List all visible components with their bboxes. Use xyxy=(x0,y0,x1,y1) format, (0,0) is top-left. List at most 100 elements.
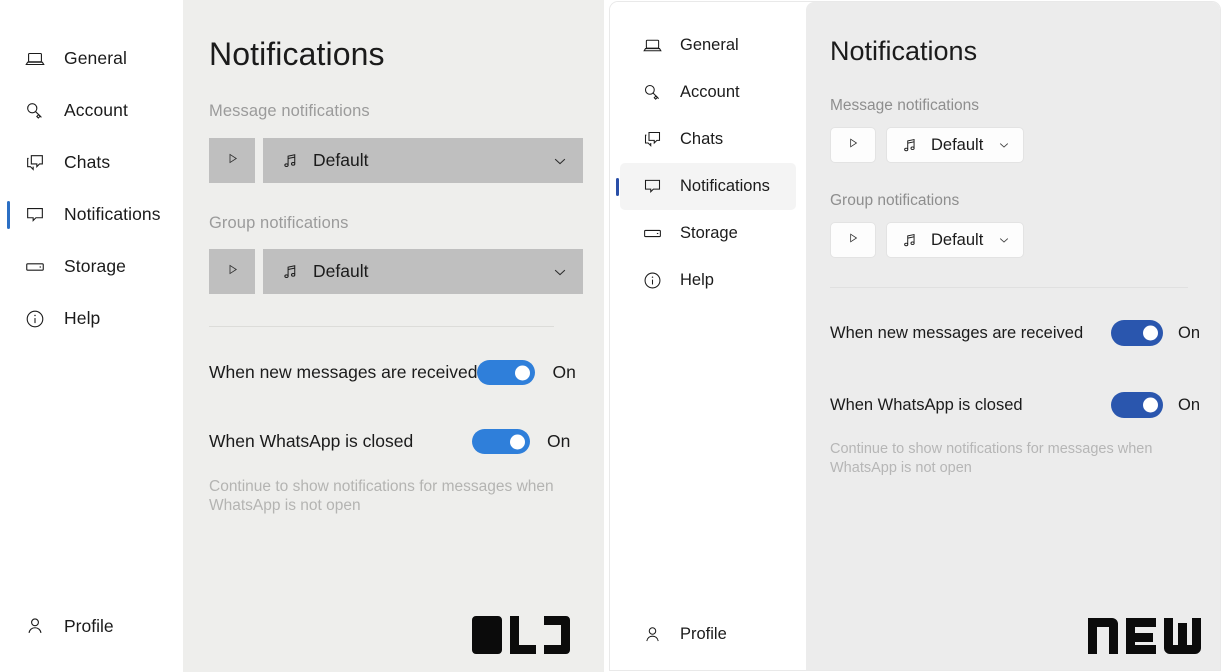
toggle-state-label: On xyxy=(1178,395,1201,414)
play-message-sound-button[interactable] xyxy=(209,138,255,183)
sidebar-item-label: Profile xyxy=(64,615,114,636)
key-icon xyxy=(640,81,664,105)
sidebar-item-label: Storage xyxy=(64,256,126,277)
page-title: Notifications xyxy=(830,36,978,66)
sidebar-item-label: Storage xyxy=(680,224,738,243)
sidebar-item-help[interactable]: Help xyxy=(620,257,796,304)
sidebar-item-notifications[interactable]: Notifications xyxy=(620,163,796,210)
sidebar-item-profile[interactable]: Profile xyxy=(610,612,806,656)
chevron-down-icon xyxy=(551,152,569,170)
new-badge-glyphs xyxy=(1088,618,1201,654)
toggle-new-messages-switch[interactable] xyxy=(1111,320,1163,346)
sidebar-item-storage[interactable]: Storage xyxy=(0,241,183,293)
sidebar-item-label: Account xyxy=(680,83,740,102)
toggle-label: When WhatsApp is closed xyxy=(209,431,414,451)
info-circle-icon xyxy=(22,306,48,332)
toggle-knob xyxy=(515,365,531,380)
chat-bubbles-icon xyxy=(640,128,664,152)
message-sound-select[interactable]: Default xyxy=(886,127,1025,163)
group-sound-value: Default xyxy=(313,261,369,281)
sidebar-item-label: General xyxy=(64,48,127,69)
toggle-knob xyxy=(510,434,525,449)
new-sidebar-list: General Account Chats Notifications Stor… xyxy=(610,22,806,304)
toggle-label: When WhatsApp is closed xyxy=(830,395,1023,414)
notifications-hint-text: Continue to show notifications for messa… xyxy=(830,441,1153,476)
sidebar-item-account[interactable]: Account xyxy=(0,85,183,137)
play-icon xyxy=(225,151,240,171)
message-notifications-label: Message notifications xyxy=(209,102,370,120)
group-notifications-label: Group notifications xyxy=(209,214,349,232)
message-sound-select[interactable]: Default xyxy=(263,138,583,183)
toggle-state-label: On xyxy=(1178,323,1201,342)
sidebar-item-label: Notifications xyxy=(64,204,161,225)
chevron-down-icon xyxy=(997,233,1011,247)
notification-bubble-icon xyxy=(640,175,664,199)
toggle-knob xyxy=(1143,397,1158,413)
toggle-state-label: On xyxy=(547,431,571,451)
toggle-knob xyxy=(1143,325,1158,341)
play-message-sound-button[interactable] xyxy=(830,127,876,163)
toggle-row-new-messages: When new messages are received On xyxy=(830,320,1210,346)
sidebar-item-storage[interactable]: Storage xyxy=(620,210,796,257)
music-note-icon xyxy=(281,151,301,171)
chevron-down-icon xyxy=(997,138,1011,152)
sidebar-item-label: Help xyxy=(680,271,714,290)
old-sidebar-list: General Account Chats Notifications Stor… xyxy=(0,33,183,345)
new-version-badge xyxy=(1088,614,1206,658)
new-sidebar: General Account Chats Notifications Stor… xyxy=(610,2,806,670)
notifications-hint-text: Continue to show notifications for messa… xyxy=(209,478,554,515)
laptop-icon xyxy=(640,34,664,58)
old-main-pane: Notifications Message notifications Defa… xyxy=(183,0,604,672)
toggle-new-messages-switch[interactable] xyxy=(477,360,536,385)
new-app-screenshot: General Account Chats Notifications Stor… xyxy=(610,2,1220,670)
sidebar-item-notifications[interactable]: Notifications xyxy=(0,189,183,241)
page-title: Notifications xyxy=(209,36,385,72)
sidebar-item-chats[interactable]: Chats xyxy=(0,137,183,189)
notification-bubble-icon xyxy=(22,202,48,228)
sidebar-item-label: Account xyxy=(64,100,128,121)
play-icon xyxy=(846,231,860,250)
sidebar-item-label: Chats xyxy=(680,130,724,149)
music-note-icon xyxy=(901,231,920,250)
sidebar-item-general[interactable]: General xyxy=(620,22,796,69)
group-sound-select[interactable]: Default xyxy=(886,222,1025,258)
chevron-down-icon xyxy=(551,263,569,281)
chat-bubbles-icon xyxy=(22,150,48,176)
group-sound-row: Default xyxy=(209,249,583,294)
group-sound-value: Default xyxy=(931,230,984,249)
play-group-sound-button[interactable] xyxy=(209,249,255,294)
group-sound-row: Default xyxy=(830,222,1025,258)
info-circle-icon xyxy=(640,269,664,293)
play-icon xyxy=(225,262,240,282)
toggle-app-closed-switch[interactable] xyxy=(1111,392,1163,418)
key-icon xyxy=(22,98,48,124)
old-version-badge xyxy=(472,612,580,658)
sidebar-item-profile[interactable]: Profile xyxy=(0,606,183,646)
sidebar-item-chats[interactable]: Chats xyxy=(620,116,796,163)
storage-drive-icon xyxy=(640,222,664,246)
toggle-app-closed-switch[interactable] xyxy=(472,429,530,454)
music-note-icon xyxy=(901,136,920,155)
group-sound-select[interactable]: Default xyxy=(263,249,583,294)
person-icon xyxy=(22,613,48,639)
toggle-label: When new messages are received xyxy=(209,362,478,382)
comparison-stage: General Account Chats Notifications Stor… xyxy=(0,0,1222,672)
laptop-icon xyxy=(22,46,48,72)
message-notifications-label: Message notifications xyxy=(830,97,980,114)
music-note-icon xyxy=(281,262,301,282)
old-badge-glyphs xyxy=(472,616,570,654)
toggle-row-new-messages: When new messages are received On xyxy=(209,360,579,385)
play-icon xyxy=(846,136,860,155)
sidebar-item-label: Chats xyxy=(64,152,111,173)
sidebar-item-general[interactable]: General xyxy=(0,33,183,85)
toggle-row-app-closed: When WhatsApp is closed On xyxy=(830,392,1210,418)
new-main-pane: Notifications Message notifications Defa… xyxy=(806,2,1220,670)
toggle-state-label: On xyxy=(552,362,576,382)
old-app-screenshot: General Account Chats Notifications Stor… xyxy=(0,0,604,672)
play-group-sound-button[interactable] xyxy=(830,222,876,258)
sidebar-item-help[interactable]: Help xyxy=(0,293,183,345)
toggle-label: When new messages are received xyxy=(830,323,1084,342)
message-sound-row: Default xyxy=(830,127,1025,163)
message-sound-value: Default xyxy=(313,150,369,170)
sidebar-item-account[interactable]: Account xyxy=(620,69,796,116)
